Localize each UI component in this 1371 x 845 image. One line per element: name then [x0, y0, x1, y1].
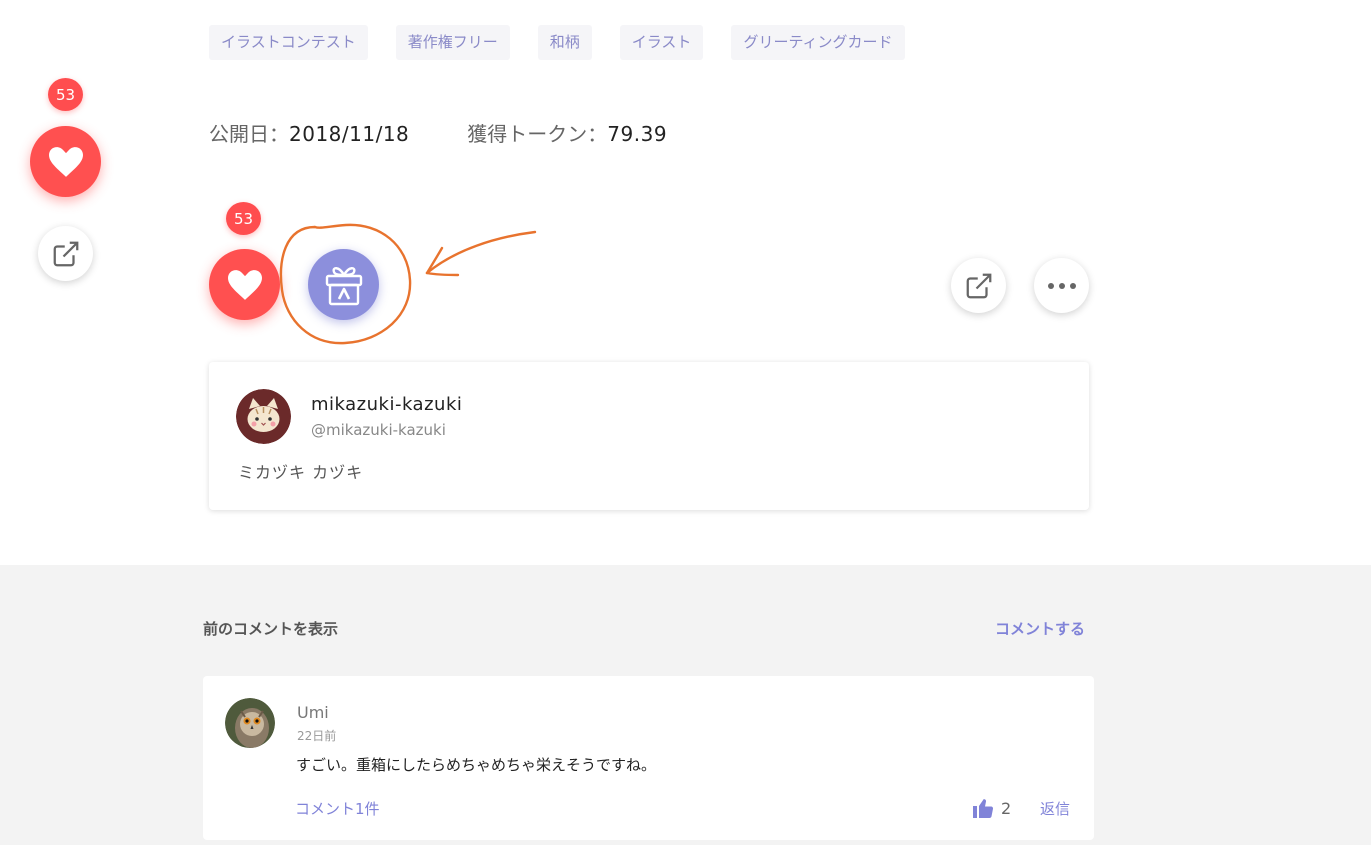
article-meta: 公開日：2018/11/18 獲得トークン：79.39 [209, 118, 667, 147]
commenter-avatar[interactable] [225, 698, 275, 748]
tip-button[interactable] [308, 249, 379, 320]
tag-item[interactable]: 和柄 [537, 25, 592, 60]
share-button[interactable] [951, 258, 1006, 313]
published-label: 公開日： [209, 122, 289, 146]
author-handle: @mikazuki-kazuki [311, 421, 446, 439]
external-link-icon [966, 273, 991, 298]
gift-icon [325, 266, 362, 305]
comment-like-count: 2 [1001, 798, 1012, 818]
published-date: 2018/11/18 [289, 122, 410, 146]
comment-body: すごい。重箱にしたらめちゃめちゃ栄えそうですね。 [296, 756, 657, 774]
tokens-label: 獲得トークン： [467, 122, 608, 146]
comment-timestamp: 22日前 [297, 729, 337, 743]
author-name[interactable]: mikazuki-kazuki [311, 394, 462, 415]
tag-list: イラストコンテスト 著作権フリー 和柄 イラスト グリーティングカード [209, 25, 905, 60]
comment-replies-link[interactable]: コメント1件 [295, 798, 380, 819]
author-bio: ミカヅキ カヅキ [238, 463, 364, 482]
side-share-button[interactable] [38, 226, 93, 281]
external-link-icon [53, 241, 78, 266]
side-like-count-badge: 53 [48, 78, 83, 111]
commenter-name[interactable]: Umi [297, 703, 329, 722]
article-footer-page: イラストコンテスト 著作権フリー 和柄 イラスト グリーティングカード 公開日：… [0, 0, 1371, 845]
comment-item: Umi 22日前 すごい。重箱にしたらめちゃめちゃ栄えそうですね。 コメント1件… [203, 676, 1094, 840]
tokens-value: 79.39 [607, 122, 668, 146]
show-previous-comments-link[interactable]: 前のコメントを表示 [203, 618, 338, 639]
like-count-badge: 53 [226, 202, 261, 235]
reply-button[interactable]: 返信 [1040, 798, 1070, 819]
more-dots-icon [1047, 282, 1076, 289]
heart-icon [227, 269, 262, 300]
write-comment-link[interactable]: コメントする [995, 618, 1085, 639]
tag-item[interactable]: グリーティングカード [731, 25, 905, 60]
side-like-button[interactable] [30, 126, 101, 197]
tag-item[interactable]: 著作権フリー [395, 25, 510, 60]
heart-icon [48, 146, 83, 177]
author-card[interactable]: mikazuki-kazuki @mikazuki-kazuki ミカヅキ カヅ… [209, 362, 1089, 510]
tag-item[interactable]: イラスト [619, 25, 704, 60]
comment-like-button[interactable]: 2 [971, 796, 1011, 820]
author-avatar[interactable] [236, 389, 291, 444]
thumbs-up-icon [973, 799, 994, 818]
tag-item[interactable]: イラストコンテスト [209, 25, 368, 60]
like-button[interactable] [209, 249, 280, 320]
more-options-button[interactable] [1034, 258, 1089, 313]
comments-section: 前のコメントを表示 コメントする Umi 22日前 すごい。重箱にしたらめちゃめ… [0, 565, 1371, 845]
